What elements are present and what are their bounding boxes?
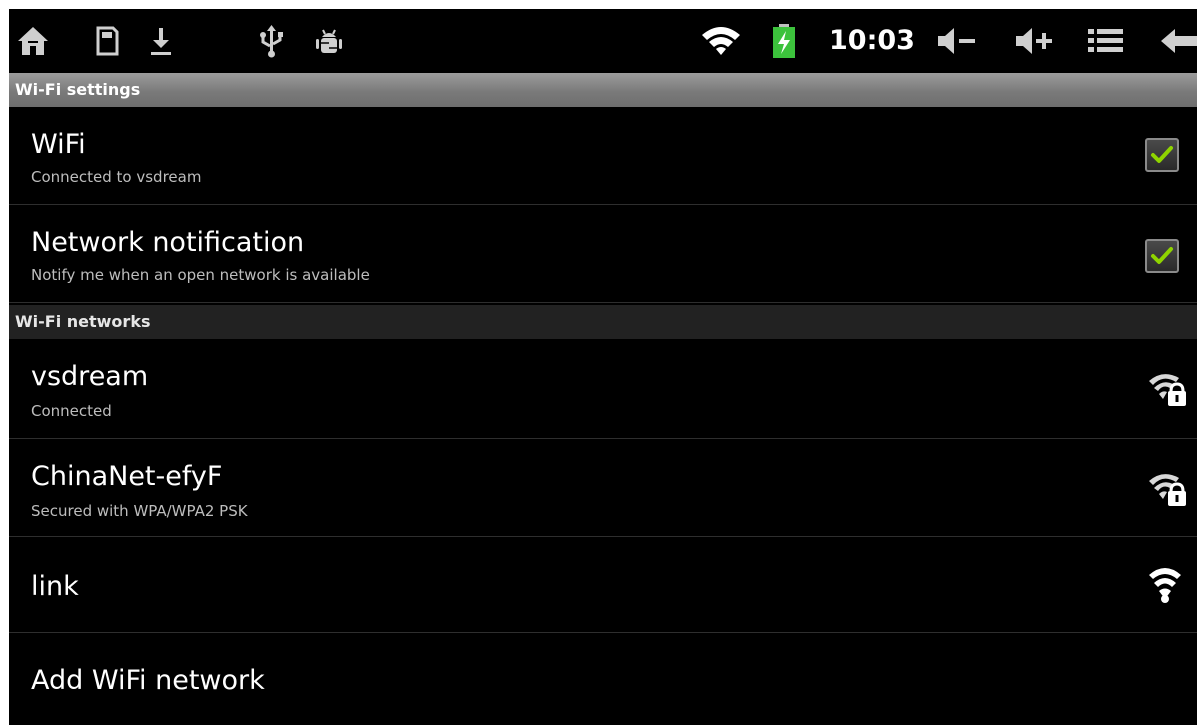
wifi-toggle-checkbox[interactable] <box>1145 138 1179 172</box>
network-notification-checkbox[interactable] <box>1145 239 1179 273</box>
wifi-locked-icon <box>1149 374 1186 406</box>
network-ssid: vsdream <box>31 361 149 392</box>
usb-icon <box>260 25 283 58</box>
wifi-open-icon <box>1149 568 1181 603</box>
add-wifi-network-label: Add WiFi network <box>31 665 265 696</box>
wifi-toggle-row[interactable]: WiFi Connected to vsdream <box>9 107 1197 205</box>
network-row[interactable]: vsdream Connected <box>9 339 1197 439</box>
network-ssid: ChinaNet-efyF <box>31 461 223 492</box>
sd-card-icon <box>96 26 119 56</box>
section-header-wifi-networks: Wi-Fi networks <box>9 305 1197 339</box>
wifi-locked-icon <box>1149 474 1186 506</box>
network-ssid: link <box>31 571 79 602</box>
network-row[interactable]: ChinaNet-efyF Secured with WPA/WPA2 PSK <box>9 439 1197 537</box>
android-screen: 10:03 Wi-Fi settings WiFi Connected to v… <box>9 9 1197 725</box>
android-debug-icon <box>316 29 342 53</box>
wifi-toggle-title: WiFi <box>31 129 86 160</box>
checkmark-icon <box>1151 146 1173 163</box>
network-status: Secured with WPA/WPA2 PSK <box>31 502 248 520</box>
menu-icon[interactable] <box>1085 23 1127 59</box>
back-icon[interactable] <box>1159 23 1197 59</box>
download-icon <box>151 28 171 55</box>
volume-up-icon[interactable] <box>1013 23 1059 59</box>
network-notification-summary: Notify me when an open network is availa… <box>31 266 370 284</box>
section-header-wifi-settings: Wi-Fi settings <box>9 73 1197 107</box>
clock-time: 10:03 <box>829 25 915 56</box>
status-bar: 10:03 <box>9 9 1197 71</box>
checkmark-icon <box>1151 247 1173 264</box>
network-notification-title: Network notification <box>31 227 305 258</box>
network-notification-row[interactable]: Network notification Notify me when an o… <box>9 205 1197 303</box>
home-icon[interactable] <box>15 23 51 59</box>
network-status: Connected <box>31 402 112 420</box>
wifi-toggle-summary: Connected to vsdream <box>31 168 202 186</box>
battery-charging-icon <box>773 24 795 58</box>
add-wifi-network-row[interactable]: Add WiFi network <box>9 633 1197 725</box>
network-row[interactable]: link <box>9 537 1197 633</box>
volume-down-icon[interactable] <box>935 23 981 59</box>
wifi-signal-icon <box>702 27 740 55</box>
